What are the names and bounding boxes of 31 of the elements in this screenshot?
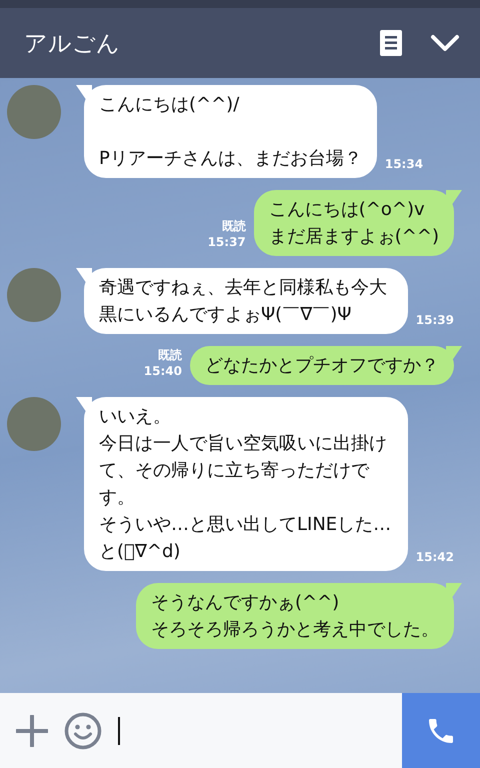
- message-text: どなたかとプチオフですか？: [205, 354, 439, 378]
- message-text: こんにちは(^^)/: [99, 93, 240, 117]
- read-receipt: 既読: [222, 218, 246, 234]
- avatar-photo-placeholder: [7, 85, 61, 139]
- message-text: 奇遇ですねぇ、去年と同様私も今大黒にいるんですよぉΨ(￣∇￣)Ψ: [99, 276, 388, 327]
- plus-icon: [16, 714, 48, 746]
- message-text: いいえ。: [99, 405, 172, 429]
- call-button[interactable]: [402, 693, 480, 768]
- message-text: そろそろ帰ろうかと考え中でした。: [151, 618, 439, 642]
- collapse-button[interactable]: [430, 34, 460, 52]
- message-time: 15:42: [416, 549, 454, 565]
- message-text: 今日は一人で旨い空気吸いに出掛けて、その帰りに立ち寄っただけです。: [99, 432, 388, 510]
- add-button[interactable]: [16, 714, 48, 746]
- chat-title: アルごん: [24, 30, 121, 58]
- message-time: 15:37: [208, 234, 246, 250]
- document-icon: [380, 30, 402, 56]
- message-text: こんにちは(^o^)v: [268, 198, 426, 222]
- message-time: 15:39: [416, 312, 454, 328]
- emoji-button[interactable]: [64, 712, 102, 750]
- message-text: そうなんですかぁ(^^): [151, 591, 340, 615]
- read-receipt: 既読: [158, 347, 182, 363]
- avatar-photo-placeholder: [7, 397, 61, 451]
- avatar-photo-placeholder: [7, 268, 61, 322]
- message-text: Pリアーチさんは、まだお台場？: [99, 147, 362, 171]
- message-text: そういや…と思い出してLINEした…と(ﾟ∇^d): [99, 513, 392, 564]
- message-time: 15:40: [144, 363, 182, 379]
- smiley-icon: [64, 712, 102, 750]
- chevron-down-icon: [430, 34, 460, 52]
- message-time: 15:34: [384, 156, 424, 172]
- message-text: まだ居ますよぉ(^^): [268, 225, 439, 249]
- notes-button[interactable]: [380, 30, 402, 56]
